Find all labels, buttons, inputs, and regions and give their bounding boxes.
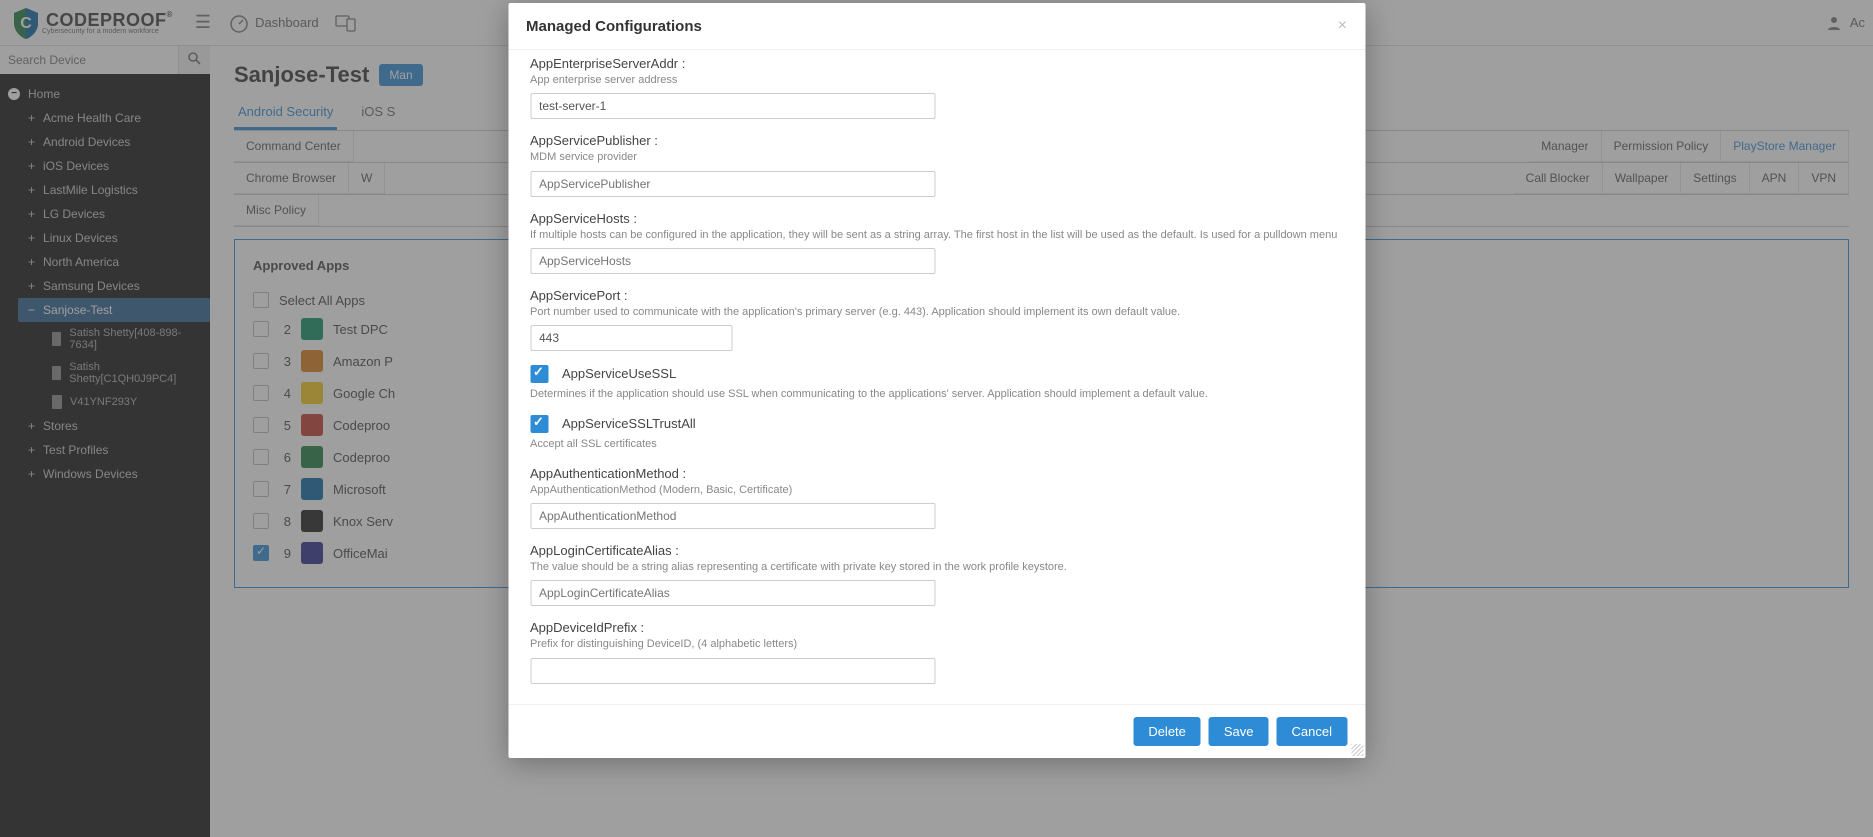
AppLoginCertificateAlias-input[interactable]: [530, 580, 935, 606]
field-label: AppServiceSSLTrustAll: [562, 416, 696, 431]
checkbox[interactable]: [530, 365, 548, 383]
modal-title: Managed Configurations: [526, 18, 702, 35]
field-label: AppServicePublisher :: [530, 133, 1343, 148]
field-label: AppServicePort :: [530, 288, 1343, 303]
AppAuthenticationMethod-input[interactable]: [530, 503, 935, 529]
AppServicePublisher-input[interactable]: [530, 171, 935, 197]
field-label: AppServiceHosts :: [530, 211, 1343, 226]
config-field-AppEnterpriseServerAddr: AppEnterpriseServerAddr : App enterprise …: [530, 56, 1343, 119]
field-desc: App enterprise server address: [530, 73, 1343, 87]
config-field-AppAuthenticationMethod: AppAuthenticationMethod : AppAuthenticati…: [530, 466, 1343, 529]
field-label: AppLoginCertificateAlias :: [530, 543, 1343, 558]
field-desc: Prefix for distinguishing DeviceID, (4 a…: [530, 637, 1343, 651]
save-button[interactable]: Save: [1209, 717, 1269, 746]
modal-body: AppEnterpriseServerAddr : App enterprise …: [508, 50, 1365, 704]
config-field-AppLoginCertificateAlias: AppLoginCertificateAlias : The value shou…: [530, 543, 1343, 606]
field-label: AppEnterpriseServerAddr :: [530, 56, 1343, 71]
close-icon[interactable]: ×: [1338, 17, 1347, 35]
config-field-AppServicePublisher: AppServicePublisher : MDM service provide…: [530, 133, 1343, 196]
config-field-AppDeviceIdPrefix: AppDeviceIdPrefix : Prefix for distinguis…: [530, 620, 1343, 683]
field-desc: AppAuthenticationMethod (Modern, Basic, …: [530, 483, 1343, 497]
cancel-button[interactable]: Cancel: [1277, 717, 1347, 746]
config-field-AppServiceHosts: AppServiceHosts : If multiple hosts can b…: [530, 211, 1343, 274]
field-label: AppAuthenticationMethod :: [530, 466, 1343, 481]
field-desc: The value should be a string alias repre…: [530, 560, 1343, 574]
field-desc: MDM service provider: [530, 150, 1343, 164]
field-desc: Determines if the application should use…: [530, 387, 1343, 401]
config-field-AppServicePort: AppServicePort : Port number used to comm…: [530, 288, 1343, 351]
field-desc: Accept all SSL certificates: [530, 437, 1343, 451]
checkbox[interactable]: [530, 415, 548, 433]
AppEnterpriseServerAddr-input[interactable]: [530, 93, 935, 119]
delete-button[interactable]: Delete: [1133, 717, 1201, 746]
field-desc: Port number used to communicate with the…: [530, 305, 1343, 319]
field-desc: If multiple hosts can be configured in t…: [530, 228, 1343, 242]
config-field-AppServiceSSLTrustAll: AppServiceSSLTrustAll Accept all SSL cert…: [530, 415, 1343, 451]
field-label: AppServiceUseSSL: [562, 366, 676, 381]
field-label: AppDeviceIdPrefix :: [530, 620, 1343, 635]
resize-grip[interactable]: [1351, 744, 1363, 756]
AppServicePort-input[interactable]: [530, 325, 732, 351]
AppDeviceIdPrefix-input[interactable]: [530, 658, 935, 684]
config-field-AppServiceUseSSL: AppServiceUseSSL Determines if the applic…: [530, 365, 1343, 401]
AppServiceHosts-input[interactable]: [530, 248, 935, 274]
managed-config-modal: Managed Configurations × AppEnterpriseSe…: [508, 3, 1365, 758]
